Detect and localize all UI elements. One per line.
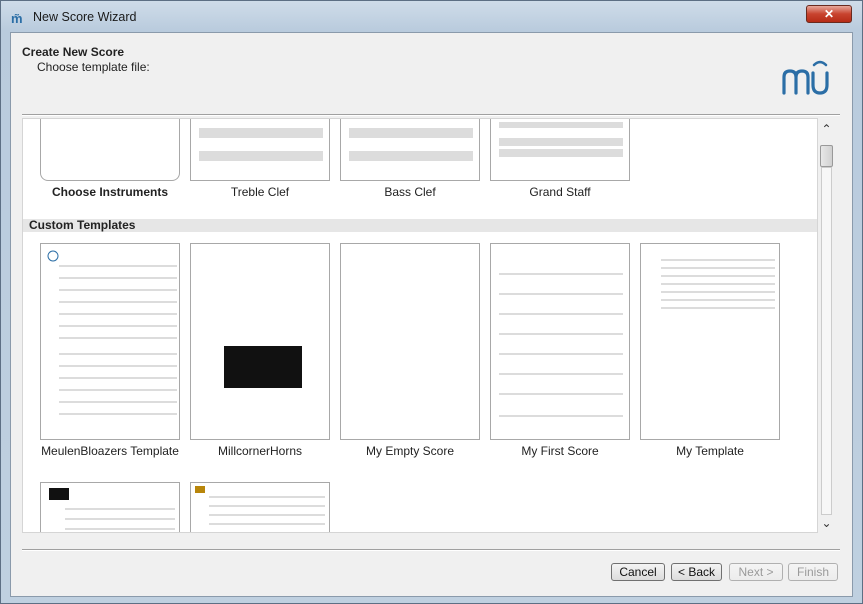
template-label[interactable]: My Template — [640, 444, 780, 458]
template-label[interactable]: Treble Clef — [190, 185, 330, 199]
template-thumbnail[interactable] — [490, 119, 630, 181]
template-thumbnail[interactable] — [40, 482, 180, 532]
header-separator — [22, 114, 840, 116]
template-thumbnail[interactable] — [190, 243, 330, 440]
wizard-body: Create New Score Choose template file: C… — [10, 32, 853, 597]
scroll-up-icon[interactable]: ⌃ — [818, 121, 835, 137]
template-thumbnail[interactable] — [640, 243, 780, 440]
template-gallery[interactable]: Choose Instruments Treble Clef Bass Clef… — [22, 118, 818, 533]
template-thumbnail[interactable] — [340, 119, 480, 181]
template-label[interactable]: MeulenBloazers Template — [32, 444, 188, 458]
template-thumbnail[interactable] — [40, 243, 180, 440]
template-label[interactable]: Bass Clef — [340, 185, 480, 199]
page-title: Create New Score — [22, 45, 125, 59]
template-thumbnail[interactable] — [340, 243, 480, 440]
page-subtitle: Choose template file: — [37, 60, 150, 74]
scroll-track[interactable] — [821, 167, 832, 515]
musescore-logo-icon — [782, 60, 829, 95]
next-button[interactable]: Next > — [729, 563, 783, 581]
template-logo-image — [224, 346, 302, 388]
title-bar[interactable]: m̃ New Score Wizard ✕ — [1, 1, 862, 33]
template-label[interactable]: Choose Instruments — [40, 185, 180, 199]
cancel-button[interactable]: Cancel — [611, 563, 665, 581]
scroll-down-icon[interactable]: ⌄ — [818, 515, 835, 531]
template-logo-image — [195, 486, 205, 493]
template-thumbnail[interactable] — [40, 119, 180, 181]
template-label[interactable]: MillcornerHorns — [190, 444, 330, 458]
footer-separator — [22, 549, 840, 551]
section-custom-templates: Custom Templates — [23, 219, 817, 232]
back-button[interactable]: < Back — [671, 563, 722, 581]
window-title: New Score Wizard — [33, 10, 137, 24]
template-label[interactable]: My Empty Score — [340, 444, 480, 458]
template-label[interactable]: Grand Staff — [490, 185, 630, 199]
musescore-app-icon: m̃ — [11, 11, 23, 26]
close-button[interactable]: ✕ — [806, 5, 852, 23]
finish-button[interactable]: Finish — [788, 563, 838, 581]
template-thumbnail[interactable] — [190, 119, 330, 181]
template-logo-image — [49, 488, 69, 500]
template-label[interactable]: My First Score — [490, 444, 630, 458]
template-thumbnail[interactable] — [190, 482, 330, 532]
wizard-window: m̃ New Score Wizard ✕ Create New Score C… — [0, 0, 863, 604]
template-thumbnail[interactable] — [490, 243, 630, 440]
gallery-scrollbar[interactable]: ⌃ ⌄ — [818, 118, 835, 533]
scroll-thumb[interactable] — [820, 145, 833, 167]
